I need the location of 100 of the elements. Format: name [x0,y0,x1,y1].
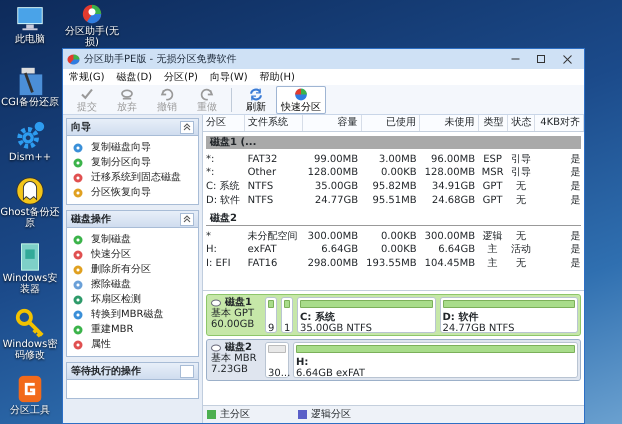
table-cell-text: D: 软件 [205,194,242,208]
table-cell-text: 24.77GB [314,194,360,208]
menu-item[interactable]: 分区(P) [158,70,204,84]
table-cell-text: 0.00KB [380,166,418,180]
column-header[interactable]: 已使用 [361,115,420,131]
disk-icon [211,344,221,352]
table-cell-text: 无 [515,257,527,270]
disk-group-header[interactable]: 磁盘2 [206,212,580,226]
table-cell-text: NTFS [246,180,274,194]
partition-size: 6.64GB exFAT [296,368,366,379]
toolbar-button: 撤销 [147,86,187,114]
sidebar-item[interactable]: 转换到MBR磁盘 [67,307,198,322]
redo-arrow-icon [199,86,215,102]
disk-size: 7.23GB [211,364,249,375]
table-cell-text: 主 [486,242,499,256]
sidebar-item[interactable]: 重建MBR [67,322,198,337]
disk-type: 基本 MBR [211,353,258,364]
partition-block[interactable]: H: 6.64GB exFAT [293,342,578,378]
table-cell-text: NTFS [246,194,274,208]
desktop-icon-label[interactable]: CGI备份还原 [1,97,59,108]
menu-item[interactable]: 向导(W) [204,70,254,84]
table-cell-text: 无 [515,230,527,242]
table-cell-text: I: EFI [205,257,232,270]
disk-size: 60.00GB [211,319,256,330]
table-cell-text: 99.00MB [313,152,360,166]
key-icon[interactable] [14,307,46,339]
table-cell-text: 是 [570,257,582,270]
desktop-icon-label[interactable]: Windows安装器 [0,273,60,295]
sidebar-item[interactable]: 迁移系统到固态磁盘 [67,170,198,185]
table-cell-text: Other [246,166,278,180]
column-header[interactable]: 类型 [478,115,508,131]
chevron-icon [183,215,191,223]
panel-title: 磁盘操作 [71,212,111,226]
collapse-button[interactable] [180,120,194,134]
disk-group-header[interactable]: 磁盘1 (... [206,136,580,148]
desktop-icon-label[interactable]: Ghost备份还原 [0,207,60,229]
table-cell-text: 300.00MB [424,230,476,242]
disk-name: 磁盘1 [225,297,252,308]
sidebar-item[interactable]: 复制分区向导 [67,155,198,170]
table-cell-text: 是 [570,166,582,180]
toolbar-button[interactable]: 快速分区 [276,86,326,114]
menu-item[interactable]: 帮助(H) [254,70,301,84]
column-header[interactable]: 状态 [507,115,535,131]
sidebar-item[interactable]: 复制磁盘 [67,232,198,247]
toolbar-button: 重做 [187,86,227,114]
menu-item[interactable]: 常规(G) [63,70,111,84]
toolbar-button: 提交 [67,86,107,114]
table-cell-text: 无 [515,180,527,194]
menu-item[interactable]: 磁盘(D) [110,70,158,84]
partition-name: C: 系统 [300,312,336,323]
table-cell-text: 193.55MB [365,257,418,270]
table-cell-text: 24.68GB [430,194,476,208]
partition-size: 24.77GB NTFS [442,323,516,334]
partition-block[interactable]: C: 系统 35.00GB NTFS [297,297,436,333]
undo-arrow-icon [159,86,175,102]
column-header[interactable]: 容量 [302,115,362,131]
disk-row[interactable]: 磁盘1 基本 GPT 60.00GB 9 1 C: 系统 35.00GB NTFS D: 软件 24.77GB NTFS [206,294,581,336]
sidebar-item[interactable]: 快速分区 [67,247,198,262]
ghost-icon[interactable] [14,175,46,207]
column-header[interactable]: 4KB对齐 [534,115,584,131]
minimize-icon [510,58,520,60]
desktop-icon-label[interactable]: 此电脑 [15,34,45,45]
partition-block[interactable]: 30... [265,342,289,378]
partition-block[interactable]: D: 软件 24.77GB NTFS [440,297,578,333]
sidebar-item[interactable]: 删除所有分区 [67,262,198,277]
table-cell-text: 35.00GB [314,180,360,194]
partition-name: H: [296,357,310,368]
table-cell-text: 主 [486,256,499,270]
column-header[interactable]: 未使用 [420,115,478,131]
column-header[interactable]: 文件系统 [244,115,303,131]
partition-bar [268,345,286,353]
sidebar-item[interactable]: 属性 [67,337,198,352]
table-cell-text: 是 [570,243,582,256]
sidebar-item[interactable]: 复制磁盘向导 [67,140,198,155]
table-cell-text: 34.91GB [430,180,476,194]
table-cell-text: 逻辑 [482,230,504,242]
desktop-icon-label[interactable]: 分区工具 [10,405,50,416]
partition-size: 1 [284,323,290,334]
legend-label: 主分区 [220,408,250,421]
sidebar-item[interactable]: 擦除磁盘 [67,277,198,292]
sidebar-item[interactable]: 坏扇区检测 [67,292,198,307]
table-cell-text: 300.00MB [306,230,360,242]
disk-row[interactable]: 磁盘2 基本 MBR 7.23GB 30... H: 6.64GB exFAT [206,339,581,381]
column-header[interactable]: 分区 [203,115,245,131]
desktop-icon-label[interactable]: 分区助手(无损) [62,26,122,48]
toolbar-button[interactable]: 刷新 [236,86,276,114]
desktop-icon-label[interactable]: Windows密码修改 [0,339,60,361]
app-logo-icon [67,54,80,64]
partition-block[interactable]: 1 [281,297,293,333]
legend-label: 逻辑分区 [311,408,351,421]
desktop-icon-label[interactable]: Dism++ [8,152,52,163]
table-cell-text: 引导 [510,152,532,166]
table-cell-text: 引导 [510,166,532,180]
table-cell-text: 95.51MB [372,194,418,208]
partition-block[interactable]: 9 [265,297,277,333]
table-cell-text: C: 系统 [205,180,241,194]
collapse-button[interactable] [180,212,194,226]
table-cell-text: 0.00KB [380,243,418,256]
sidebar-item[interactable]: 分区恢复向导 [67,185,198,200]
table-cell-text: 未分配空间 [246,230,299,242]
